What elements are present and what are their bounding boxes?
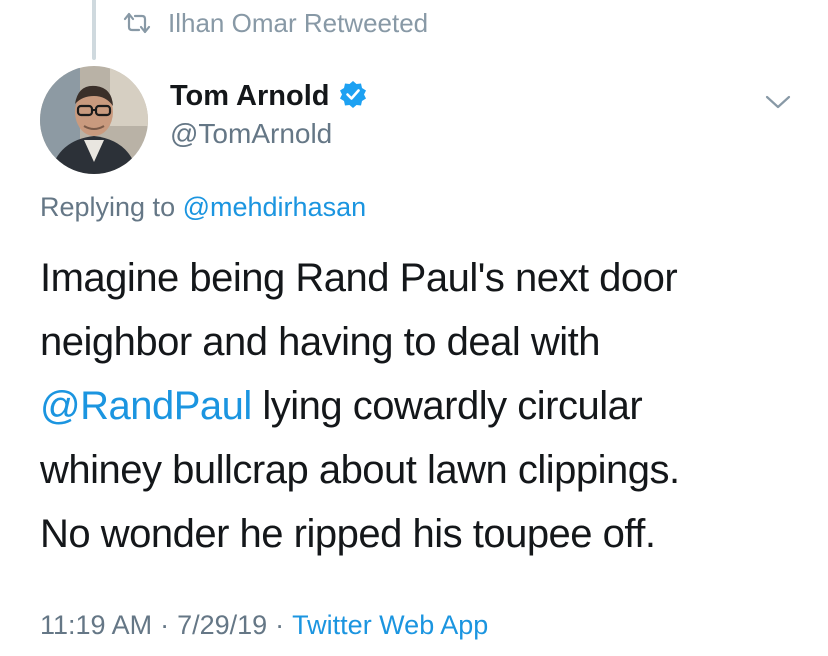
retweet-context[interactable]: Ilhan Omar Retweeted	[122, 6, 428, 40]
tweet-source-link[interactable]: Twitter Web App	[292, 610, 488, 641]
meta-separator: ·	[160, 610, 170, 640]
author-name[interactable]: Tom Arnold	[170, 80, 329, 113]
tweet-body: Imagine being Rand Paul's next door neig…	[40, 246, 800, 566]
author-name-row[interactable]: Tom Arnold	[170, 80, 367, 113]
tweet-line-rest: lying cowardly circular	[251, 384, 643, 428]
avatar[interactable]	[40, 66, 148, 174]
retweet-icon	[122, 12, 152, 34]
tweet-line: Imagine being Rand Paul's next door	[40, 256, 678, 300]
thread-connector-line	[92, 0, 96, 60]
meta-separator: ·	[275, 610, 285, 640]
replying-to: Replying to @mehdirhasan	[40, 192, 366, 223]
tweet-line: No wonder he ripped his toupee off.	[40, 512, 656, 556]
verified-badge-icon	[339, 80, 367, 113]
tweet-mention-link[interactable]: @RandPaul	[40, 384, 252, 428]
tweet-line: @RandPaul lying cowardly circular	[40, 374, 800, 438]
chevron-down-icon[interactable]	[764, 90, 792, 114]
tweet-date[interactable]: 7/29/19	[177, 610, 267, 641]
tweet-line: whiney bullcrap about lawn clippings.	[40, 448, 680, 492]
tweet-line: neighbor and having to deal with	[40, 320, 600, 364]
retweet-label: Ilhan Omar Retweeted	[168, 7, 429, 38]
tweet-time[interactable]: 11:19 AM	[40, 610, 152, 641]
replying-prefix: Replying to	[40, 192, 176, 222]
reply-mention-link[interactable]: @mehdirhasan	[183, 192, 367, 222]
tweet-metadata: 11:19 AM · 7/29/19 · Twitter Web App	[40, 610, 488, 641]
author-handle[interactable]: @TomArnold	[170, 118, 332, 150]
